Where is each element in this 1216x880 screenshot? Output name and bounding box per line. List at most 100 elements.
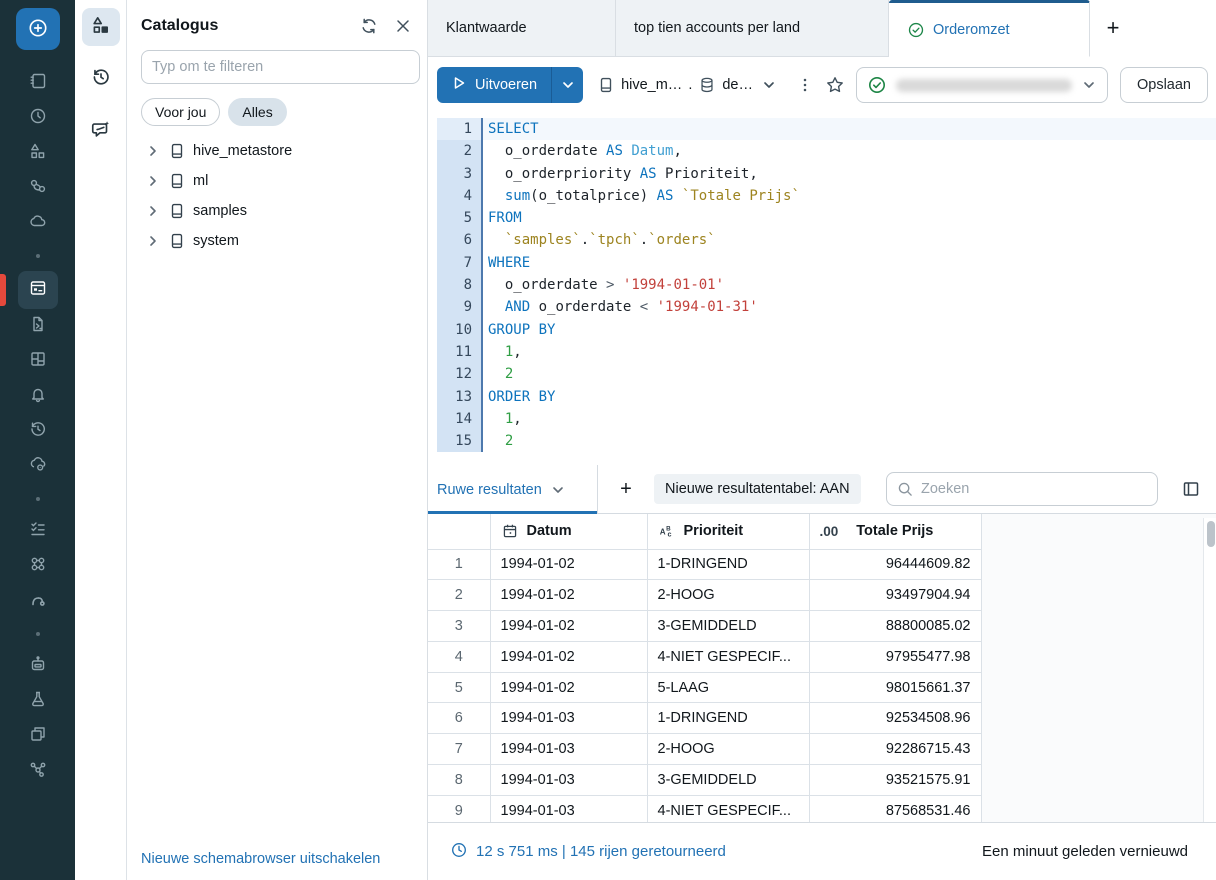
table-cell-prio[interactable]: 2-HOOG xyxy=(647,580,809,611)
toggle-side-panel-button[interactable] xyxy=(1176,474,1206,504)
disable-schema-browser-link[interactable]: Nieuwe schemabrowser uitschakelen xyxy=(141,851,380,867)
table-row[interactable]: 61994-01-031-DRINGEND92534508.96 xyxy=(428,703,981,734)
rail2-assistant-feedback[interactable] xyxy=(82,112,120,150)
table-cell-prio[interactable]: 1-DRINGEND xyxy=(647,703,809,734)
vertical-scrollbar[interactable] xyxy=(1203,518,1216,822)
sidebar-item-marketplace[interactable] xyxy=(18,757,58,787)
editor-line[interactable]: 6 `samples`.`tpch`.`orders` xyxy=(437,229,1216,251)
table-row[interactable]: 91994-01-034-NIET GESPECIF...87568531.46 xyxy=(428,795,981,822)
add-visualization-button[interactable]: + xyxy=(612,475,640,503)
table-cell-idx[interactable]: 2 xyxy=(428,580,490,611)
editor-line[interactable]: 13ORDER BY xyxy=(437,386,1216,408)
catalog-tree-item[interactable]: ml xyxy=(141,166,415,196)
warehouse-selector[interactable] xyxy=(856,67,1108,103)
editor-line[interactable]: 10GROUP BY xyxy=(437,319,1216,341)
rail2-schema-browser[interactable] xyxy=(82,8,120,46)
new-button[interactable] xyxy=(16,8,60,50)
table-cell-price[interactable]: 93521575.91 xyxy=(809,765,981,796)
execution-stats[interactable]: 12 s 751 ms | 145 rijen geretourneerd xyxy=(450,841,726,863)
table-row[interactable]: 71994-01-032-HOOG92286715.43 xyxy=(428,734,981,765)
filter-chip-alles[interactable]: Alles xyxy=(228,98,286,126)
table-cell-date[interactable]: 1994-01-03 xyxy=(490,795,647,822)
table-cell-price[interactable]: 96444609.82 xyxy=(809,549,981,580)
sidebar-item-recents[interactable] xyxy=(18,104,58,134)
sidebar-item-dashboards[interactable] xyxy=(18,347,58,377)
column-header-totale-prijs[interactable]: .00 Totale Prijs xyxy=(809,514,981,549)
editor-line[interactable]: 15 2 xyxy=(437,430,1216,452)
table-cell-price[interactable]: 92534508.96 xyxy=(809,703,981,734)
catalog-tree-item[interactable]: samples xyxy=(141,196,415,226)
table-row[interactable]: 41994-01-024-NIET GESPECIF...97955477.98 xyxy=(428,641,981,672)
table-cell-date[interactable]: 1994-01-03 xyxy=(490,765,647,796)
favorite-button[interactable] xyxy=(820,70,850,100)
table-cell-idx[interactable]: 1 xyxy=(428,549,490,580)
editor-line[interactable]: 8 o_orderdate > '1994-01-01' xyxy=(437,274,1216,296)
table-cell-price[interactable]: 88800085.02 xyxy=(809,611,981,642)
close-panel-button[interactable] xyxy=(391,14,415,38)
tab-orderomzet[interactable]: Orderomzet xyxy=(889,0,1090,57)
table-cell-prio[interactable]: 5-LAAG xyxy=(647,672,809,703)
table-row[interactable]: 31994-01-023-GEMIDDELD88800085.02 xyxy=(428,611,981,642)
table-cell-price[interactable]: 98015661.37 xyxy=(809,672,981,703)
chevron-right-icon[interactable] xyxy=(145,143,161,159)
chevron-right-icon[interactable] xyxy=(145,203,161,219)
table-cell-date[interactable]: 1994-01-03 xyxy=(490,734,647,765)
tab-klantwaarde[interactable]: Klantwaarde xyxy=(428,0,616,57)
table-cell-idx[interactable]: 9 xyxy=(428,795,490,822)
editor-line[interactable]: 9 AND o_orderdate < '1994-01-31' xyxy=(437,296,1216,318)
sidebar-item-models[interactable] xyxy=(18,552,58,582)
table-cell-date[interactable]: 1994-01-02 xyxy=(490,611,647,642)
table-cell-idx[interactable]: 5 xyxy=(428,672,490,703)
editor-line[interactable]: 2 o_orderdate AS Datum, xyxy=(437,140,1216,162)
new-results-table-toggle[interactable]: Nieuwe resultatentabel: AAN xyxy=(654,474,861,504)
catalog-tree-item[interactable]: hive_metastore xyxy=(141,136,415,166)
sidebar-item-experiments[interactable] xyxy=(18,687,58,717)
sidebar-item-pipelines[interactable] xyxy=(18,587,58,617)
more-options-button[interactable] xyxy=(792,70,818,100)
sidebar-item-playground[interactable] xyxy=(18,652,58,682)
table-cell-date[interactable]: 1994-01-02 xyxy=(490,641,647,672)
table-cell-prio[interactable]: 1-DRINGEND xyxy=(647,549,809,580)
run-button[interactable]: Uitvoeren xyxy=(437,67,551,103)
table-row[interactable]: 51994-01-025-LAAG98015661.37 xyxy=(428,672,981,703)
sidebar-item-workflows[interactable] xyxy=(18,174,58,204)
catalog-tree-item[interactable]: system xyxy=(141,226,415,256)
catalog-filter-input[interactable] xyxy=(141,50,420,84)
table-cell-prio[interactable]: 3-GEMIDDELD xyxy=(647,611,809,642)
table-row[interactable]: 81994-01-033-GEMIDDELD93521575.91 xyxy=(428,765,981,796)
save-button[interactable]: Opslaan xyxy=(1120,67,1208,103)
rail2-history[interactable] xyxy=(82,60,120,98)
run-options-button[interactable] xyxy=(551,67,583,103)
chevron-down-icon[interactable] xyxy=(550,482,566,498)
sidebar-item-sql-editor[interactable] xyxy=(18,271,58,309)
column-header-datum[interactable]: Datum xyxy=(490,514,647,549)
editor-line[interactable]: 11 1, xyxy=(437,341,1216,363)
sidebar-item-alerts[interactable] xyxy=(18,382,58,412)
editor-line[interactable]: 7WHERE xyxy=(437,252,1216,274)
table-row[interactable]: 11994-01-021-DRINGEND96444609.82 xyxy=(428,549,981,580)
table-cell-prio[interactable]: 4-NIET GESPECIF... xyxy=(647,641,809,672)
chevron-right-icon[interactable] xyxy=(145,173,161,189)
table-cell-prio[interactable]: 3-GEMIDDELD xyxy=(647,765,809,796)
refresh-button[interactable] xyxy=(357,14,381,38)
editor-line[interactable]: 4 sum(o_totalprice) AS `Totale Prijs` xyxy=(437,185,1216,207)
table-cell-idx[interactable]: 4 xyxy=(428,641,490,672)
editor-line[interactable]: 1SELECT xyxy=(437,118,1216,140)
sidebar-item-query-history[interactable] xyxy=(18,417,58,447)
sidebar-item-catalog[interactable] xyxy=(18,139,58,169)
table-cell-idx[interactable]: 7 xyxy=(428,734,490,765)
table-cell-price[interactable]: 87568531.46 xyxy=(809,795,981,822)
scrollbar-thumb[interactable] xyxy=(1207,521,1215,547)
sql-editor[interactable]: 1SELECT2 o_orderdate AS Datum,3 o_orderp… xyxy=(428,112,1216,465)
results-search-input[interactable] xyxy=(921,481,1148,497)
new-tab-button[interactable]: + xyxy=(1090,0,1136,57)
table-cell-date[interactable]: 1994-01-02 xyxy=(490,549,647,580)
editor-line[interactable]: 3 o_orderpriority AS Prioriteit, xyxy=(437,163,1216,185)
table-cell-idx[interactable]: 8 xyxy=(428,765,490,796)
sidebar-item-data-ingestion[interactable] xyxy=(18,452,58,482)
table-cell-price[interactable]: 92286715.43 xyxy=(809,734,981,765)
catalog-schema-selector[interactable]: hive_m… . de… xyxy=(597,76,777,94)
filter-chip-voor-jou[interactable]: Voor jou xyxy=(141,98,220,126)
tab-top-tien-accounts[interactable]: top tien accounts per land xyxy=(616,0,889,57)
column-header-prioriteit[interactable]: ABc Prioriteit xyxy=(647,514,809,549)
